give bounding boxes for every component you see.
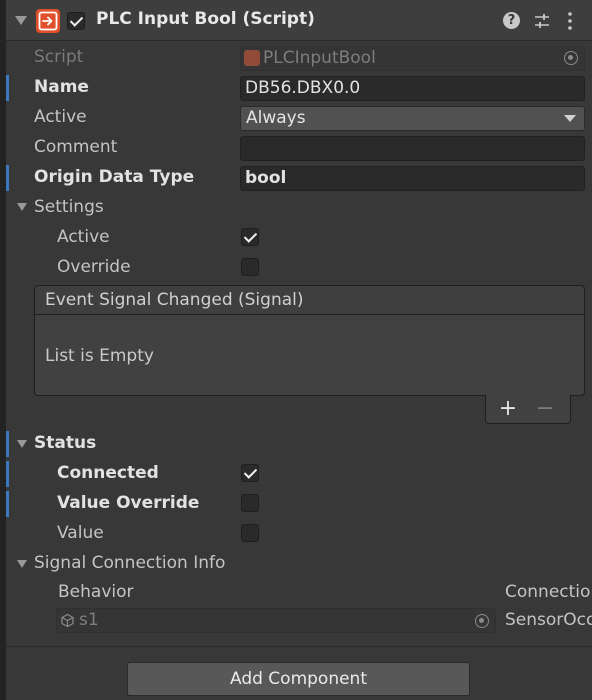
name-label: Name [34,77,89,97]
script-field-value: PLCInputBool [263,48,376,68]
comment-input[interactable] [240,136,585,161]
behavior-column-header: Behavior [58,582,134,602]
connected-checkbox[interactable] [241,464,259,482]
component-title: PLC Input Bool (Script) [96,9,315,29]
value-override-checkbox[interactable] [241,494,259,512]
object-picker-icon[interactable] [564,51,578,65]
preset-icon[interactable] [533,12,551,30]
origin-data-type-input[interactable]: bool [240,166,585,191]
event-list-title: Event Signal Changed (Signal) [45,290,304,310]
settings-override-checkbox[interactable] [241,258,259,276]
override-marker [6,491,9,517]
settings-active-checkbox[interactable] [241,228,259,246]
divider [6,646,592,647]
foldout-icon[interactable] [15,16,27,25]
override-marker [6,461,9,487]
name-input[interactable]: DB56.DBX0.0 [240,76,585,101]
script-label: Script [34,47,84,67]
connection-value: SensorOcc [505,610,592,630]
value-override-label: Value Override [57,493,200,513]
script-icon [36,9,60,33]
override-marker [6,75,9,101]
event-list-empty-text: List is Empty [45,346,154,366]
add-icon[interactable]: + [498,396,518,422]
inspector-left-gutter [0,0,6,700]
event-list-body: List is Empty [34,314,585,396]
settings-foldout-label[interactable]: Settings [34,197,104,217]
object-picker-icon[interactable] [475,614,489,628]
settings-override-label: Override [57,257,131,277]
script-field[interactable]: PLCInputBool [240,46,585,71]
signal-info-foldout-label[interactable]: Signal Connection Info [34,553,225,573]
override-marker [6,431,9,457]
active-dropdown-value: Always [246,108,306,128]
value-label: Value [57,523,104,543]
override-marker [6,165,9,191]
event-list-header: Event Signal Changed (Signal) [34,285,585,315]
component-enabled-checkbox[interactable] [67,12,85,30]
behavior-object-value: s1 [79,610,99,630]
script-small-icon [244,50,260,66]
status-foldout-label[interactable]: Status [34,433,96,453]
chevron-down-icon [564,115,576,122]
origin-data-type-label: Origin Data Type [34,167,195,187]
active-dropdown[interactable]: Always [240,106,585,131]
more-icon[interactable] [566,11,574,31]
comment-label: Comment [34,137,118,157]
status-foldout-icon[interactable] [17,440,27,448]
signal-info-foldout-icon[interactable] [17,560,27,568]
gameobject-icon [60,613,75,628]
settings-active-label: Active [57,227,110,247]
connected-label: Connected [57,463,159,483]
remove-icon[interactable]: − [535,396,555,422]
add-component-button[interactable]: Add Component [127,662,470,696]
active-label: Active [34,107,87,127]
settings-foldout-icon[interactable] [17,203,27,211]
behavior-object-field[interactable]: s1 [56,608,496,633]
value-checkbox[interactable] [241,524,259,542]
help-icon[interactable]: ? [503,12,520,29]
connection-column-header: Connectio [505,582,591,602]
